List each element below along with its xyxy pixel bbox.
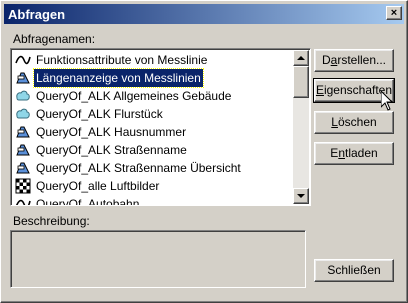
query-list-item-label: QueryOf_alle Luftbilder bbox=[36, 179, 160, 193]
query-list-item-label: QueryOf_Autobahn bbox=[36, 197, 140, 206]
properties-label-mnemonic: E bbox=[315, 83, 324, 97]
create-label-b: rstellen... bbox=[337, 53, 387, 67]
abfragen-dialog: Abfragen × Abfragenamen: Funktionsattrib… bbox=[0, 0, 408, 303]
scroll-down-button[interactable] bbox=[293, 188, 309, 204]
close-icon: × bbox=[390, 7, 398, 19]
line-icon bbox=[15, 196, 31, 205]
query-list-item-label: Längenanzeige von Messlinien bbox=[33, 68, 204, 88]
description-label: Beschreibung: bbox=[13, 214, 90, 228]
query-list-item-label: QueryOf_ALK Flurstück bbox=[36, 107, 163, 121]
raster-icon bbox=[15, 178, 31, 194]
query-list-item-label: QueryOf_ALK Straßenname bbox=[36, 143, 187, 157]
query-list-item[interactable]: QueryOf_ALK Straßenname bbox=[13, 141, 295, 159]
road-sign-icon bbox=[15, 142, 31, 158]
query-list-item[interactable]: Längenanzeige von Messlinien bbox=[13, 68, 295, 88]
query-list-item[interactable]: QueryOf_alle Luftbilder bbox=[13, 177, 295, 195]
query-list-item[interactable]: QueryOf_Autobahn bbox=[13, 195, 295, 206]
arrow-down-icon bbox=[297, 194, 305, 198]
mouse-cursor-icon bbox=[381, 91, 393, 111]
delete-label-mnemonic: L bbox=[331, 115, 338, 129]
polygon-icon bbox=[15, 88, 31, 104]
window-title: Abfragen bbox=[8, 7, 66, 22]
unload-label-mnemonic: n bbox=[338, 146, 345, 160]
query-list-item[interactable]: QueryOf_ALK Straßenname Übersicht bbox=[13, 159, 295, 177]
list-label: Abfragenamen: bbox=[13, 32, 96, 46]
scroll-thumb[interactable] bbox=[293, 66, 309, 98]
delete-label-b: öschen bbox=[337, 115, 377, 129]
description-field bbox=[10, 230, 306, 288]
scroll-up-button[interactable] bbox=[293, 50, 309, 66]
arrow-up-icon bbox=[297, 56, 305, 60]
create-label-a: D bbox=[321, 53, 331, 67]
delete-button[interactable]: Löschen bbox=[314, 111, 394, 134]
query-list-item[interactable]: QueryOf_ALK Allgemeines Gebäude bbox=[13, 87, 295, 105]
query-list[interactable]: Funktionsattribute von Messlinie Längenan… bbox=[10, 48, 311, 206]
line-icon bbox=[15, 52, 31, 68]
polygon-icon bbox=[15, 106, 31, 122]
query-list-item[interactable]: Funktionsattribute von Messlinie bbox=[13, 51, 295, 69]
query-list-item[interactable]: QueryOf_ALK Hausnummer bbox=[13, 123, 295, 141]
query-list-item-label: Funktionsattribute von Messlinie bbox=[36, 53, 208, 67]
close-button[interactable]: Schließen bbox=[314, 259, 394, 282]
title-bar[interactable]: Abfragen × bbox=[4, 4, 404, 24]
unload-button[interactable]: Entladen bbox=[314, 142, 394, 165]
query-list-item-label: QueryOf_ALK Allgemeines Gebäude bbox=[36, 89, 232, 103]
unload-label-b: tladen bbox=[345, 146, 378, 160]
vertical-scrollbar[interactable] bbox=[293, 50, 309, 204]
query-list-item-label: QueryOf_ALK Straßenname Übersicht bbox=[36, 161, 241, 175]
close-label-b: Schließen bbox=[327, 263, 381, 277]
query-list-item-label: QueryOf_ALK Hausnummer bbox=[36, 125, 187, 139]
road-sign-icon bbox=[15, 70, 31, 86]
road-sign-icon bbox=[15, 160, 31, 176]
close-window-button[interactable]: × bbox=[386, 6, 402, 20]
road-sign-icon bbox=[15, 124, 31, 140]
query-list-item[interactable]: QueryOf_ALK Flurstück bbox=[13, 105, 295, 123]
create-button[interactable]: Darstellen... bbox=[314, 49, 394, 72]
